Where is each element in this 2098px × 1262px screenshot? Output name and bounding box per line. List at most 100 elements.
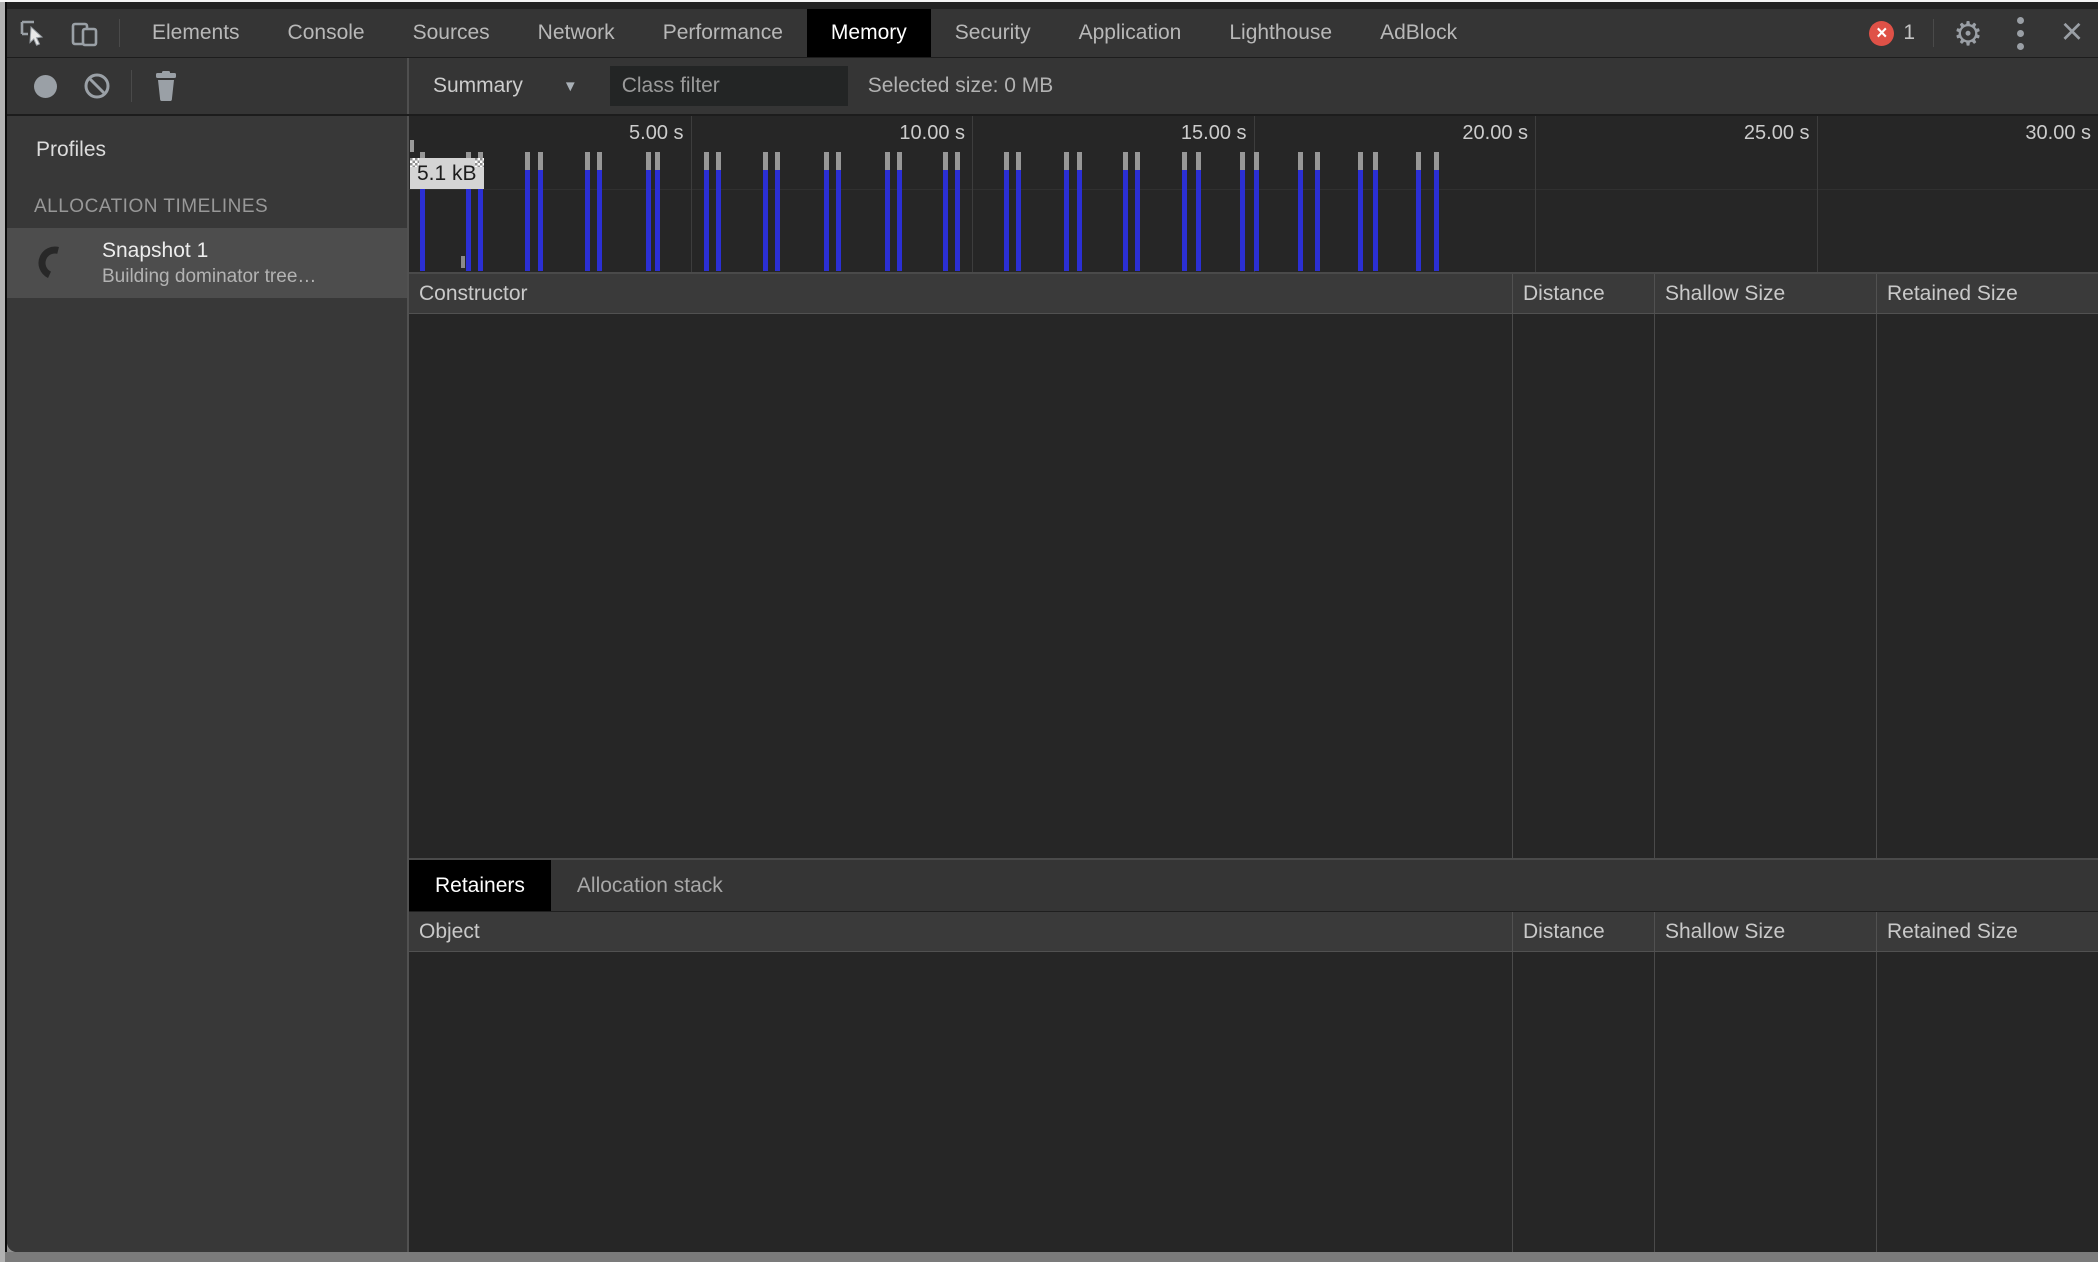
timeline-gridline bbox=[1816, 116, 1818, 272]
toggle-device-toolbar-button[interactable] bbox=[59, 9, 111, 57]
clear-block-icon bbox=[83, 72, 111, 100]
error-count: 1 bbox=[1903, 21, 1915, 44]
allocation-bar bbox=[1003, 152, 1009, 271]
window-edge-bottom bbox=[5, 1252, 2098, 1262]
allocation-bar bbox=[703, 152, 709, 271]
allocation-bar bbox=[897, 152, 903, 271]
tab-adblock[interactable]: AdBlock bbox=[1356, 9, 1481, 57]
tab-memory[interactable]: Memory bbox=[806, 9, 931, 57]
loading-spinner-icon bbox=[7, 246, 102, 280]
class-filter-input[interactable] bbox=[609, 66, 848, 106]
allocation-bar bbox=[1239, 152, 1245, 271]
timeline-gridline bbox=[690, 116, 692, 272]
allocation-bar bbox=[1358, 152, 1364, 271]
allocation-bar bbox=[1016, 152, 1022, 271]
tabbar-separator-right bbox=[1933, 19, 1934, 47]
tab-allocation-stack[interactable]: Allocation stack bbox=[551, 860, 749, 911]
profiles-sidebar: Profiles ALLOCATION TIMELINES Snapshot 1… bbox=[7, 116, 409, 1252]
selection-size-badge: 5.1 kB bbox=[410, 158, 484, 189]
close-icon: × bbox=[2060, 10, 2084, 53]
column-header-retained-size[interactable]: Retained Size bbox=[1876, 274, 2098, 313]
selection-handle-tick[interactable] bbox=[410, 140, 414, 152]
snapshot-title: Snapshot 1 bbox=[102, 238, 209, 262]
column-header-object[interactable]: Object bbox=[409, 912, 1512, 951]
memory-toolbar-left bbox=[7, 58, 409, 114]
allocation-bar bbox=[942, 152, 948, 271]
delete-profile-button[interactable] bbox=[140, 58, 192, 114]
memory-main-panel: 5.00 s 10.00 s 15.00 s 20.00 s 25.00 s 30.00 … bbox=[409, 116, 2098, 1252]
column-header-retained-size[interactable]: Retained Size bbox=[1876, 912, 2098, 951]
column-header-constructor[interactable]: Constructor bbox=[409, 274, 1512, 313]
allocation-timeline[interactable]: 5.00 s 10.00 s 15.00 s 20.00 s 25.00 s 30.00 … bbox=[409, 116, 2098, 274]
allocation-bar bbox=[1253, 152, 1259, 271]
column-header-distance[interactable]: Distance bbox=[1512, 912, 1654, 951]
devtools-body: Profiles ALLOCATION TIMELINES Snapshot 1… bbox=[7, 116, 2098, 1252]
record-icon bbox=[33, 74, 57, 98]
allocation-bar bbox=[836, 152, 841, 271]
allocation-bar bbox=[824, 152, 830, 271]
console-error-counter[interactable]: × 1 bbox=[1859, 9, 1925, 57]
kebab-menu-icon bbox=[2016, 16, 2024, 50]
selection-handle-stub[interactable] bbox=[461, 256, 465, 268]
allocation-bar bbox=[1122, 152, 1128, 271]
allocation-bar bbox=[884, 152, 890, 271]
perspective-selected-value: Summary bbox=[433, 74, 523, 97]
timeline-tick-label: 10.00 s bbox=[899, 122, 965, 144]
sidebar-item-profiles[interactable]: Profiles bbox=[7, 116, 407, 172]
allocation-bar bbox=[524, 152, 530, 271]
snapshot-status: Building dominator tree… bbox=[102, 265, 317, 287]
clear-profiles-button[interactable] bbox=[71, 58, 123, 114]
tab-sources[interactable]: Sources bbox=[389, 9, 514, 57]
tab-network[interactable]: Network bbox=[514, 9, 639, 57]
constructor-table-body[interactable] bbox=[409, 314, 2098, 858]
allocation-bar bbox=[1416, 152, 1422, 271]
allocation-bar bbox=[1181, 152, 1187, 271]
memory-toolbar-right: Summary ▼ Selected size: 0 MB bbox=[409, 58, 2098, 114]
allocation-bar bbox=[1064, 152, 1070, 271]
allocation-bar bbox=[775, 152, 781, 271]
tab-elements[interactable]: Elements bbox=[128, 9, 264, 57]
timeline-tick-label: 5.00 s bbox=[629, 122, 684, 144]
devtools-top-gap bbox=[7, 2, 2098, 9]
allocation-bar bbox=[1298, 152, 1304, 271]
memory-toolbar: Summary ▼ Selected size: 0 MB bbox=[7, 58, 2098, 116]
inspect-element-button[interactable] bbox=[7, 9, 59, 57]
allocation-bar bbox=[584, 152, 590, 271]
record-heap-button[interactable] bbox=[19, 58, 71, 114]
settings-button[interactable]: ⚙ bbox=[1942, 9, 1994, 57]
column-header-shallow-size[interactable]: Shallow Size bbox=[1654, 912, 1876, 951]
tab-application[interactable]: Application bbox=[1055, 9, 1206, 57]
allocation-bar bbox=[596, 152, 602, 271]
retainers-table-body[interactable] bbox=[409, 952, 2098, 1252]
tab-security[interactable]: Security bbox=[931, 9, 1055, 57]
timeline-tick-label: 25.00 s bbox=[1743, 122, 1810, 144]
allocation-bar bbox=[645, 152, 651, 271]
allocation-timelines-heading: ALLOCATION TIMELINES bbox=[34, 196, 269, 217]
tab-retainers[interactable]: Retainers bbox=[409, 860, 551, 911]
selected-size-label: Selected size: 0 MB bbox=[867, 74, 1054, 97]
close-devtools-button[interactable]: × bbox=[2046, 9, 2098, 57]
trash-icon bbox=[153, 71, 179, 101]
retainers-tabstrip: Retainers Allocation stack bbox=[409, 858, 2098, 912]
allocation-bar bbox=[1372, 152, 1378, 271]
tab-lighthouse[interactable]: Lighthouse bbox=[1205, 9, 1356, 57]
column-divider bbox=[1654, 952, 1655, 1252]
device-toolbar-icon bbox=[69, 17, 101, 49]
error-icon: × bbox=[1869, 20, 1895, 46]
perspective-select[interactable]: Summary ▼ bbox=[423, 74, 588, 98]
column-header-shallow-size[interactable]: Shallow Size bbox=[1654, 274, 1876, 313]
allocation-bar bbox=[1314, 152, 1320, 271]
tab-console[interactable]: Console bbox=[264, 9, 389, 57]
timeline-tick-label: 20.00 s bbox=[1462, 122, 1528, 144]
column-divider bbox=[1512, 314, 1513, 858]
timeline-tick-label: 15.00 s bbox=[1180, 122, 1247, 144]
column-divider bbox=[1512, 952, 1513, 1252]
chevron-down-icon: ▼ bbox=[562, 77, 578, 95]
tabbar-separator bbox=[119, 19, 120, 47]
more-options-button[interactable] bbox=[1994, 9, 2046, 57]
sidebar-item-snapshot-1[interactable]: Snapshot 1 Building dominator tree… bbox=[7, 228, 407, 298]
column-header-distance[interactable]: Distance bbox=[1512, 274, 1654, 313]
allocation-bar bbox=[655, 152, 661, 271]
tabbar-spacer bbox=[1481, 9, 1859, 57]
tab-performance[interactable]: Performance bbox=[639, 9, 807, 57]
